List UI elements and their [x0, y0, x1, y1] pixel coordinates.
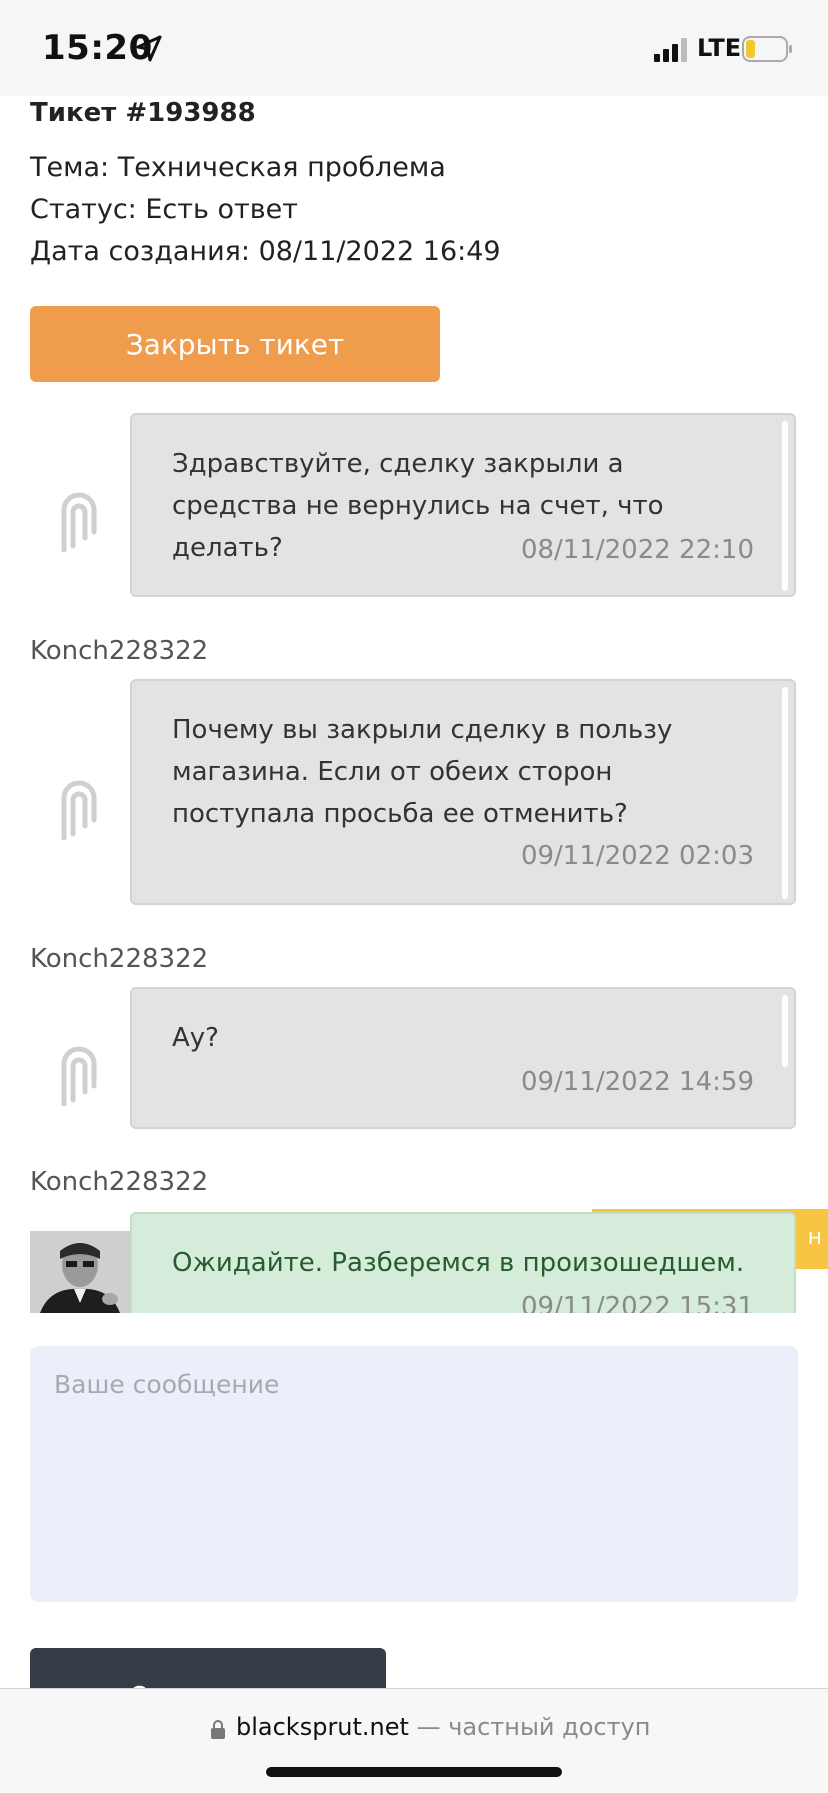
message-input[interactable]: [30, 1346, 798, 1602]
user-avatar-icon: [61, 492, 97, 552]
battery-icon: [742, 36, 792, 62]
status-value: Есть ответ: [145, 194, 299, 225]
message-bubble: Ау? 09/11/2022 14:59: [130, 987, 796, 1129]
message-time: 08/11/2022 22:10: [520, 535, 754, 565]
message-time: 09/11/2022 15:31: [520, 1292, 754, 1313]
status-bar: 15:20 LTE: [0, 0, 828, 96]
message-bubble: Почему вы закрыли сделку в пользу магази…: [130, 679, 796, 905]
message-time: 09/11/2022 14:59: [520, 1067, 754, 1097]
network-type: LTE: [697, 34, 742, 62]
created-label: Дата создания:: [30, 236, 250, 267]
portrait-photo-icon: [30, 1231, 130, 1313]
message-time: 09/11/2022 02:03: [520, 841, 754, 871]
ticket-status: Статус: Есть ответ: [30, 194, 298, 225]
status-label: Статус:: [30, 194, 137, 225]
support-avatar: [30, 1231, 130, 1313]
message-author: Konch228322: [30, 636, 209, 666]
topic-value: Техническая проблема: [117, 152, 446, 183]
access-text: — частный доступ: [408, 1713, 651, 1741]
support-message-bubble: Ожидайте. Разберемся в произошедшем. 09/…: [130, 1212, 796, 1313]
message-scrollbar[interactable]: [782, 995, 788, 1067]
topic-label: Тема:: [30, 152, 110, 183]
ticket-title: Тикет #193988: [30, 98, 256, 128]
message-text: Почему вы закрыли сделку в пользу магази…: [172, 715, 673, 829]
message-text: Ау?: [172, 1023, 219, 1053]
message-scrollbar[interactable]: [782, 421, 788, 591]
message-bubble: Здравствуйте, сделку закрыли а средства …: [130, 413, 796, 597]
message-author: Konch228322: [30, 1167, 209, 1197]
home-indicator[interactable]: [266, 1767, 562, 1777]
user-avatar-icon: [61, 780, 97, 840]
message-text: Ожидайте. Разберемся в произошедшем.: [172, 1248, 745, 1278]
location-arrow-icon: [136, 35, 162, 62]
ticket-created-date: Дата создания: 08/11/2022 16:49: [30, 236, 501, 267]
message-scrollbar[interactable]: [782, 687, 788, 899]
signal-bars-icon: [654, 38, 687, 62]
created-value: 08/11/2022 16:49: [258, 236, 501, 267]
close-ticket-button[interactable]: Закрыть тикет: [30, 306, 440, 382]
user-avatar-icon: [61, 1046, 97, 1106]
ticket-topic: Тема: Техническая проблема: [30, 152, 446, 183]
url-text[interactable]: blacksprut.net — частный доступ: [236, 1713, 651, 1741]
message-author: Konch228322: [30, 944, 209, 974]
domain-text: blacksprut.net: [236, 1713, 409, 1741]
lock-icon: [211, 1720, 225, 1739]
browser-address-bar[interactable]: blacksprut.net — частный доступ: [0, 1688, 828, 1793]
